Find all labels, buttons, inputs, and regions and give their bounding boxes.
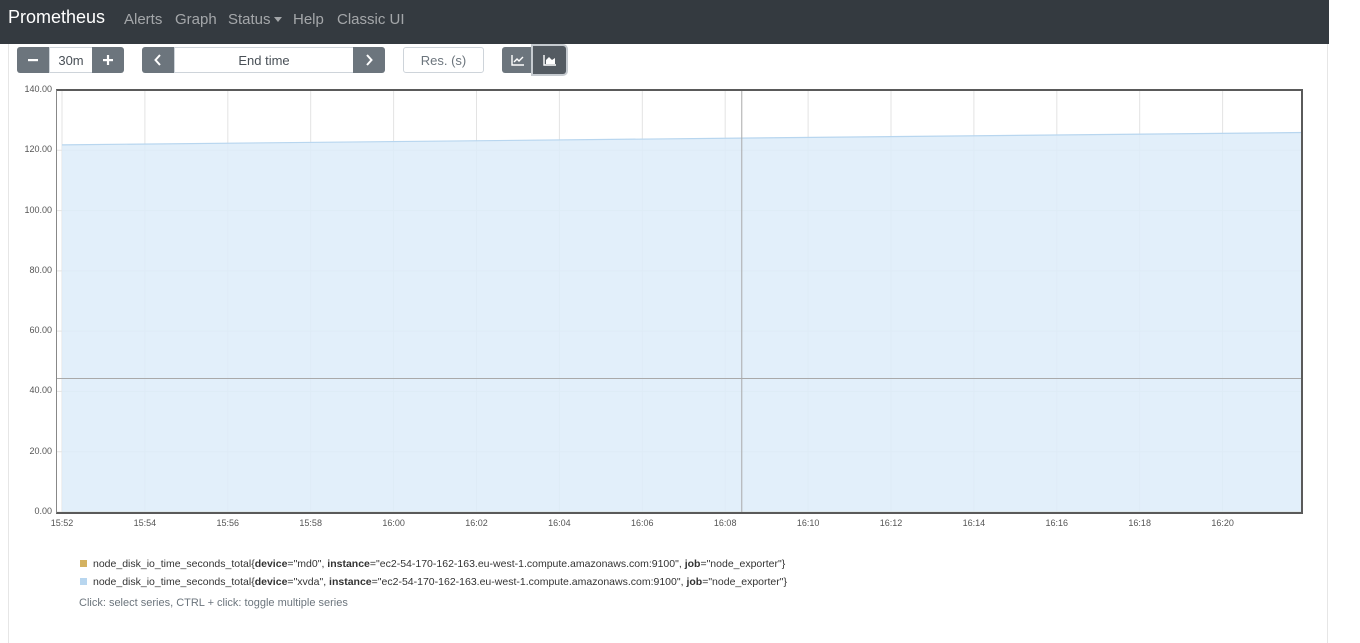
nav-graph[interactable]: Graph	[175, 11, 217, 28]
x-tick-label: 16:10	[796, 518, 820, 528]
x-tick-label: 15:58	[299, 518, 322, 528]
legend-label-value: "node_exporter"	[708, 576, 784, 588]
nav-help[interactable]: Help	[293, 11, 324, 28]
x-tick-label: 15:52	[50, 518, 74, 528]
legend-label-key: instance	[327, 558, 370, 570]
legend-label-key: job	[686, 576, 703, 588]
nav-status[interactable]: Status	[228, 11, 282, 28]
decrease-range-button[interactable]	[17, 47, 49, 73]
legend-metric: node_disk_io_time_seconds_total	[93, 558, 252, 570]
plus-icon	[103, 55, 113, 65]
legend-swatch	[80, 577, 87, 585]
legend-label-value: "ec2-54-170-162-163.eu-west-1.compute.am…	[377, 576, 681, 588]
y-tick-label: 60.00	[29, 325, 52, 336]
range-input[interactable]: 30m	[49, 47, 93, 73]
y-tick-label: 0.00	[34, 506, 52, 516]
area-chart-icon	[542, 55, 556, 66]
legend-label-value: "node_exporter"	[706, 558, 782, 570]
chevron-right-icon	[366, 54, 373, 66]
legend-brace: }	[783, 576, 788, 588]
next-time-button[interactable]	[353, 47, 385, 73]
legend-label-key: device	[254, 576, 288, 588]
resolution-input[interactable]: Res. (s)	[403, 47, 484, 73]
x-tick-label: 16:04	[548, 518, 571, 528]
stacked-chart-button[interactable]	[533, 46, 566, 74]
legend-hint: Click: select series, CTRL + click: togg…	[79, 597, 348, 609]
line-chart-icon	[510, 55, 524, 66]
previous-time-button[interactable]	[142, 47, 174, 73]
x-tick-label: 16:20	[1211, 518, 1234, 528]
x-tick-label: 15:56	[216, 518, 240, 528]
chevron-left-icon	[154, 54, 161, 66]
legend-label-key: instance	[329, 576, 372, 588]
legend-item-xvda[interactable]: node_disk_io_time_seconds_total{device="…	[80, 576, 787, 588]
x-tick-label: 16:08	[713, 518, 737, 528]
x-tick-label: 16:18	[1128, 518, 1151, 528]
y-tick-label: 20.00	[29, 445, 52, 456]
y-tick-label: 100.00	[24, 204, 52, 215]
legend-label-value: "md0"	[293, 558, 322, 570]
x-tick-label: 16:16	[1045, 518, 1069, 528]
x-tick-label: 16:14	[962, 518, 986, 528]
caret-down-icon	[273, 16, 282, 22]
y-tick-label: 40.00	[29, 385, 52, 396]
nav-classic-ui[interactable]: Classic UI	[337, 11, 405, 28]
y-tick-label: 120.00	[24, 144, 52, 155]
minus-icon	[28, 59, 38, 62]
end-time-input[interactable]: End time	[174, 47, 354, 73]
legend-label-key: job	[684, 558, 701, 570]
x-tick-label: 16:00	[382, 518, 405, 528]
legend-label-value: "xvda"	[293, 576, 324, 588]
x-tick-label: 16:06	[631, 518, 654, 528]
nav-alerts[interactable]: Alerts	[124, 11, 162, 28]
legend-label-value: "ec2-54-170-162-163.eu-west-1.compute.am…	[376, 558, 679, 570]
increase-range-button[interactable]	[92, 47, 124, 73]
legend-brace: }	[781, 558, 786, 570]
x-tick-label: 16:12	[879, 518, 903, 528]
nav-status-label: Status	[228, 11, 271, 28]
x-tick-label: 15:54	[133, 518, 157, 528]
legend-metric: node_disk_io_time_seconds_total	[93, 576, 252, 588]
brand-logo[interactable]: Prometheus	[8, 7, 105, 28]
legend-label-key: device	[254, 558, 288, 570]
legend-swatch	[80, 559, 87, 567]
y-tick-label: 80.00	[29, 264, 52, 275]
line-chart-button[interactable]	[502, 47, 533, 73]
legend-item-md0[interactable]: node_disk_io_time_seconds_total{device="…	[80, 558, 785, 570]
plot-frame	[56, 89, 1303, 514]
x-tick-label: 16:02	[465, 518, 488, 528]
navbar: Prometheus Alerts Graph Status Help Clas…	[0, 0, 1329, 44]
y-tick-label: 140.00	[24, 84, 52, 94]
